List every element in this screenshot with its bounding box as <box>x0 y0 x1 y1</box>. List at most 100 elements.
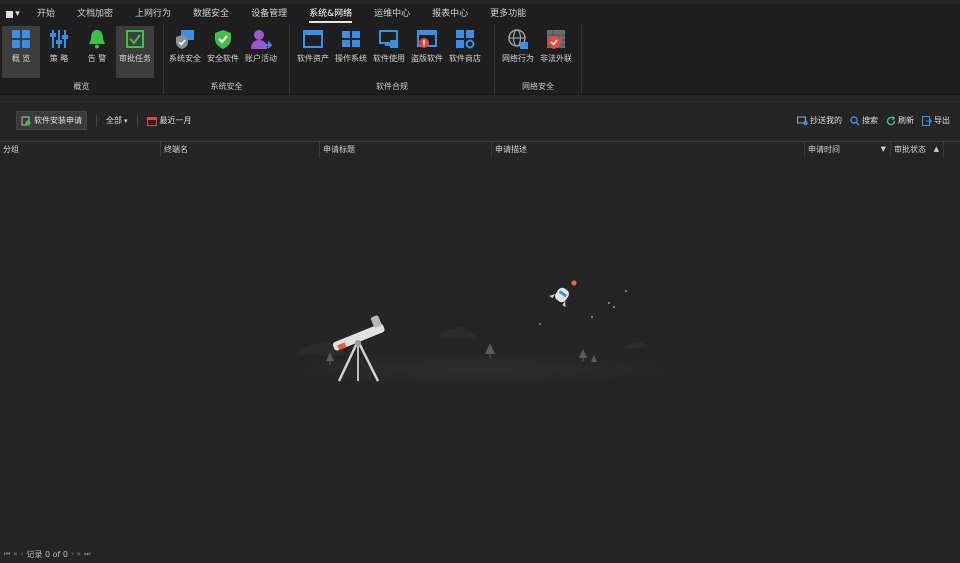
security-software-button[interactable]: 安全软件 <box>204 26 242 78</box>
column-header-label: 审批状态 <box>894 145 926 154</box>
chevron-down-icon: ▾ <box>124 116 128 125</box>
tab-start[interactable]: 开始 <box>26 4 66 24</box>
illegal-connection-label: 非法外联 <box>540 54 572 63</box>
approval-task-label: 审批任务 <box>119 54 151 63</box>
windows-logo-icon <box>342 31 360 47</box>
column-header-request-title[interactable]: 申请标题 <box>320 142 492 157</box>
ribbon-group-network-security: 网络行为 非法外联 网络安全 <box>495 24 582 94</box>
operating-system-button[interactable]: 操作系统 <box>332 26 370 78</box>
cc-to-me-button[interactable]: 抄送我的 <box>797 115 842 126</box>
group-label-system-security: 系统安全 <box>210 82 243 91</box>
tab-data-security[interactable]: 数据安全 <box>182 4 240 24</box>
request-doc-icon <box>21 116 31 125</box>
next-record-icon[interactable]: › <box>71 550 74 558</box>
ribbon-group-system-security: 系统安全 安全软件 账户活动 系统安全 <box>164 24 290 94</box>
ribbon: 概 览 策 略 告 警 审批任务 概览 系统安全 安全软件 账户活动 系统安全 … <box>0 24 960 95</box>
software-assets-label: 软件资产 <box>297 54 329 63</box>
overview-button[interactable]: 概 览 <box>2 26 40 78</box>
alarm-button[interactable]: 告 警 <box>78 26 116 78</box>
checkbox-icon <box>126 30 144 48</box>
group-label-network-security: 网络安全 <box>522 82 554 91</box>
tab-web-behavior[interactable]: 上网行为 <box>124 4 182 24</box>
search-label: 搜索 <box>862 116 878 125</box>
next-page-icon[interactable]: » <box>77 550 81 558</box>
tab-doc-encrypt[interactable]: 文档加密 <box>66 4 124 24</box>
empty-state-telescope-illustration <box>280 280 680 385</box>
policy-label: 策 略 <box>49 54 69 63</box>
mail-user-icon <box>797 116 808 126</box>
grid-body-empty <box>0 157 960 545</box>
column-header-group[interactable]: 分组 <box>0 142 161 157</box>
column-header-terminal-name[interactable]: 终端名 <box>161 142 320 157</box>
shield-monitor-icon <box>176 30 194 49</box>
previous-page-icon[interactable]: « <box>13 550 17 558</box>
column-header-label: 申请描述 <box>495 145 527 154</box>
refresh-button[interactable]: 刷新 <box>886 115 914 126</box>
network-behavior-button[interactable]: 网络行为 <box>499 26 537 78</box>
column-header-label: 申请时间 <box>808 145 840 154</box>
tab-report-center[interactable]: 报表中心 <box>421 4 479 24</box>
bell-icon <box>89 30 105 49</box>
window-icon <box>303 30 323 48</box>
alarm-label: 告 警 <box>87 54 107 63</box>
filter-dropdown[interactable]: 全部 ▾ <box>106 115 128 126</box>
previous-record-icon[interactable]: ‹ <box>21 550 24 558</box>
software-assets-button[interactable]: 软件资产 <box>294 26 332 78</box>
account-activity-button[interactable]: 账户活动 <box>242 26 280 78</box>
window-alert-icon <box>417 30 437 48</box>
tab-device-management[interactable]: 设备管理 <box>240 4 298 24</box>
monitor-icon <box>379 30 398 48</box>
toolbar-divider <box>96 114 97 127</box>
filter-dropdown-icon[interactable]: ▼ <box>881 142 886 157</box>
shield-check-icon <box>215 30 231 49</box>
software-store-button[interactable]: 软件商店 <box>446 26 484 78</box>
column-header-approval-status[interactable]: 审批状态 ▲ <box>891 142 944 157</box>
sort-ascending-icon: ▲ <box>933 145 939 153</box>
policy-button[interactable]: 策 略 <box>40 26 78 78</box>
export-icon <box>922 115 932 126</box>
overview-label: 概 览 <box>11 54 31 63</box>
search-button[interactable]: 搜索 <box>850 115 878 126</box>
sliders-icon <box>50 30 68 48</box>
column-header-label: 分组 <box>3 145 19 154</box>
group-label-software-compliance: 软件合规 <box>376 82 408 91</box>
system-security-button[interactable]: 系统安全 <box>166 26 204 78</box>
approval-task-button[interactable]: 审批任务 <box>116 26 154 78</box>
pirated-software-button[interactable]: 盗版软件 <box>408 26 446 78</box>
software-usage-button[interactable]: 软件使用 <box>370 26 408 78</box>
export-button[interactable]: 导出 <box>922 115 950 126</box>
first-record-icon[interactable]: ⏮ <box>4 550 10 559</box>
tab-system-network[interactable]: 系统&网络 <box>298 4 363 24</box>
operating-system-label: 操作系统 <box>335 54 367 63</box>
column-header-request-description[interactable]: 申请描述 <box>492 142 805 157</box>
tab-bar: ▾ 开始 文档加密 上网行为 数据安全 设备管理 系统&网络 运维中心 报表中心… <box>0 4 960 24</box>
software-install-request-label: 软件安装申请 <box>34 116 82 125</box>
date-range-label: 最近一月 <box>159 116 192 125</box>
filter-dropdown-label: 全部 <box>106 116 122 125</box>
app-menu-button[interactable]: ▾ <box>0 4 26 24</box>
tab-ops-center[interactable]: 运维中心 <box>363 4 421 24</box>
column-header-spacer <box>944 142 960 157</box>
search-icon <box>850 115 860 126</box>
software-store-label: 软件商店 <box>449 54 481 63</box>
last-record-icon[interactable]: ⏭ <box>84 550 90 559</box>
illegal-connection-button[interactable]: 非法外联 <box>537 26 575 78</box>
toolbar: 软件安装申请 全部 ▾ 最近一月 抄送我的 搜索 刷新 导出 <box>0 101 960 139</box>
tab-more-features[interactable]: 更多功能 <box>479 4 537 24</box>
calendar-icon <box>146 116 157 126</box>
chevron-down-icon: ▾ <box>15 9 20 19</box>
system-security-label: 系统安全 <box>169 54 201 63</box>
record-navigator: ⏮ « ‹ 记录 0 of 0 › » ⏭ <box>0 545 960 563</box>
software-install-request-button[interactable]: 软件安装申请 <box>16 111 87 130</box>
app-menu-icon <box>6 10 14 18</box>
refresh-label: 刷新 <box>898 116 914 125</box>
user-arrow-icon <box>251 30 272 49</box>
refresh-icon <box>886 115 896 125</box>
account-activity-label: 账户活动 <box>245 54 277 63</box>
date-range-button[interactable]: 最近一月 <box>146 115 192 126</box>
group-label-overview: 概览 <box>73 82 90 91</box>
column-header-request-time[interactable]: 申请时间 ▼ <box>805 142 891 157</box>
toolbar-divider <box>136 114 138 127</box>
ribbon-group-overview: 概 览 策 略 告 警 审批任务 概览 <box>0 24 164 94</box>
column-header-label: 申请标题 <box>323 145 355 154</box>
